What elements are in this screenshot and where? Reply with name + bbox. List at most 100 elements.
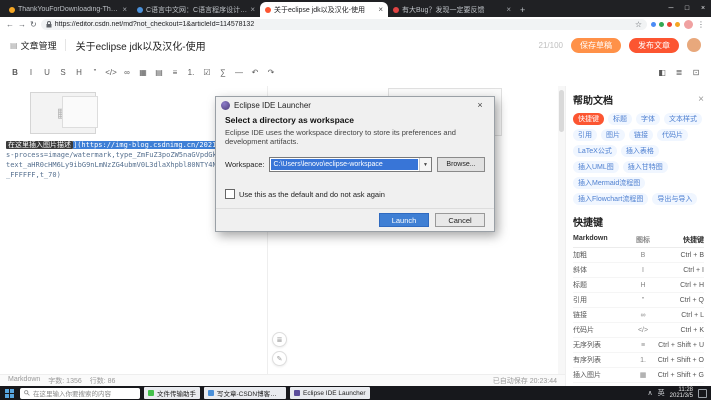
checklist-icon[interactable]: ☑: [200, 64, 214, 80]
tab-close-icon[interactable]: ×: [122, 5, 127, 14]
close-button[interactable]: ×: [695, 0, 711, 17]
split-view-icon[interactable]: ◧: [655, 64, 669, 80]
bookmark-star-icon[interactable]: ☆: [635, 20, 642, 29]
new-tab-button[interactable]: +: [520, 5, 525, 15]
tab-close-icon[interactable]: ×: [506, 5, 511, 14]
dialog-body: Select a directory as workspace Eclipse …: [216, 113, 494, 201]
taskbar-window-button[interactable]: Eclipse IDE Launcher: [290, 387, 370, 399]
workspace-path-value[interactable]: C:\Users\lenovo\eclipse-workspace: [271, 159, 418, 170]
help-tag[interactable]: 插入Flowchart流程图: [573, 193, 648, 205]
italic-icon[interactable]: I: [24, 64, 38, 80]
browser-tab[interactable]: 有大Bug？发现一定要反馈×: [388, 2, 516, 17]
undo-icon[interactable]: ↶: [248, 64, 262, 80]
browse-button[interactable]: Browse...: [437, 157, 485, 172]
taskbar-clock[interactable]: 11:28 2021/3/5: [670, 387, 693, 400]
shortcut-row: 标题HCtrl + H: [573, 278, 704, 293]
default-checkbox[interactable]: [225, 189, 235, 199]
help-tag[interactable]: 标题: [608, 113, 632, 125]
browser-addressbar: ← → ↻ ☆ ⋮: [0, 17, 711, 33]
article-manage-link[interactable]: ▤ 文章管理: [10, 39, 57, 52]
combobox-dropdown-icon[interactable]: ▼: [419, 158, 431, 171]
browser-menu-icon[interactable]: ⋮: [697, 20, 705, 29]
taskbar-search[interactable]: 在这里输入你要搜索的内容: [20, 388, 140, 399]
help-tag[interactable]: 引用: [573, 129, 597, 141]
help-tag[interactable]: 插入表格: [621, 145, 659, 157]
article-title-input[interactable]: [74, 39, 531, 52]
ordered-list-icon[interactable]: 1.: [184, 64, 198, 80]
tab-favicon: [393, 7, 399, 13]
scrollbar-thumb[interactable]: [559, 90, 564, 132]
help-close-icon[interactable]: ×: [698, 94, 704, 105]
url-box[interactable]: ☆: [41, 19, 647, 30]
editor-statusbar: Markdown字数: 1356行数: 86 已自动保存 20:23:44: [0, 374, 565, 386]
workspace-combobox[interactable]: C:\Users\lenovo\eclipse-workspace ▼: [269, 157, 432, 172]
help-tag[interactable]: 快捷键: [573, 113, 604, 125]
tab-close-icon[interactable]: ×: [378, 5, 383, 14]
edit-float-button[interactable]: ✎: [272, 351, 287, 366]
table-icon[interactable]: ▤: [152, 64, 166, 80]
help-tag[interactable]: 字体: [636, 113, 660, 125]
launch-button[interactable]: Launch: [379, 213, 429, 227]
browser-tab[interactable]: ThankYouForDownloading-Thunder×: [4, 2, 132, 17]
redo-icon[interactable]: ↷: [264, 64, 278, 80]
help-tag[interactable]: 文本样式: [664, 113, 702, 125]
publish-button[interactable]: 发布文章: [629, 38, 679, 53]
help-tag[interactable]: 插入UML图: [573, 161, 619, 173]
browser-tab[interactable]: 关于eclipse jdk以及汉化-使用×: [260, 2, 388, 17]
help-tag[interactable]: 代码片: [657, 129, 688, 141]
formula-icon[interactable]: ∑: [216, 64, 230, 80]
vertical-scrollbar[interactable]: [558, 86, 565, 374]
catalog-float-button[interactable]: ≣: [272, 332, 287, 347]
forward-icon[interactable]: →: [18, 20, 26, 30]
extension-icon[interactable]: [659, 22, 664, 27]
browser-tab[interactable]: C语言中文网：C语言程序设计门户×: [132, 2, 260, 17]
image-icon[interactable]: ▦: [136, 64, 150, 80]
shortcut-keys: Ctrl + B: [657, 252, 704, 259]
strikethrough-icon[interactable]: S: [56, 64, 70, 80]
pasted-screenshot-thumbnail-2: [62, 96, 98, 128]
start-button[interactable]: [0, 386, 18, 400]
dialog-close-icon[interactable]: ×: [471, 100, 489, 110]
taskbar-window-button[interactable]: 文件传输助手: [144, 387, 200, 399]
tab-title: 关于eclipse jdk以及汉化-使用: [274, 5, 375, 15]
user-avatar[interactable]: [687, 38, 701, 52]
taskbar-window-button[interactable]: 写文章-CSDN博客编辑器: [204, 387, 286, 399]
extension-icon[interactable]: [667, 22, 672, 27]
tab-title: C语言中文网：C语言程序设计门户: [146, 5, 247, 15]
underline-icon[interactable]: U: [40, 64, 54, 80]
help-tag[interactable]: 链接: [629, 129, 653, 141]
maximize-button[interactable]: □: [679, 0, 695, 17]
tab-close-icon[interactable]: ×: [250, 5, 255, 14]
shortcut-icon: </>: [629, 327, 657, 334]
help-tag[interactable]: 图片: [601, 129, 625, 141]
help-tag[interactable]: 导出与导入: [652, 193, 697, 205]
shortcut-feature: 无序列表: [573, 340, 629, 350]
quote-icon[interactable]: ”: [88, 64, 102, 80]
heading-icon[interactable]: H: [72, 64, 86, 80]
toolbar-right: ◧≣⊡: [655, 64, 703, 80]
help-tag[interactable]: 插入甘特图: [623, 161, 668, 173]
action-center-icon[interactable]: [698, 389, 707, 398]
shortcut-feature: 插入图片: [573, 370, 629, 380]
tray-caret-icon[interactable]: ∧: [648, 389, 653, 397]
save-draft-button[interactable]: 保存草稿: [571, 38, 621, 53]
browser-profile-avatar[interactable]: [684, 20, 693, 29]
unordered-list-icon[interactable]: ≡: [168, 64, 182, 80]
horizontal-rule-icon[interactable]: —: [232, 64, 246, 80]
help-tag[interactable]: 插入Mermaid流程图: [573, 177, 645, 189]
refresh-icon[interactable]: ↻: [30, 20, 37, 30]
code-icon[interactable]: </>: [104, 64, 118, 80]
minimize-button[interactable]: ─: [663, 0, 679, 17]
back-icon[interactable]: ←: [6, 20, 14, 30]
link-icon[interactable]: ∞: [120, 64, 134, 80]
extension-icon[interactable]: [651, 22, 656, 27]
help-tag[interactable]: LaTeX公式: [573, 145, 617, 157]
bold-icon[interactable]: B: [8, 64, 22, 80]
extension-icon[interactable]: [675, 22, 680, 27]
fullscreen-icon[interactable]: ⊡: [689, 64, 703, 80]
url-input[interactable]: [55, 21, 632, 28]
dialog-titlebar[interactable]: Eclipse IDE Launcher ×: [216, 97, 494, 113]
cancel-button[interactable]: Cancel: [435, 213, 485, 227]
catalog-icon[interactable]: ≣: [672, 64, 686, 80]
input-language-indicator[interactable]: 英: [658, 388, 665, 398]
